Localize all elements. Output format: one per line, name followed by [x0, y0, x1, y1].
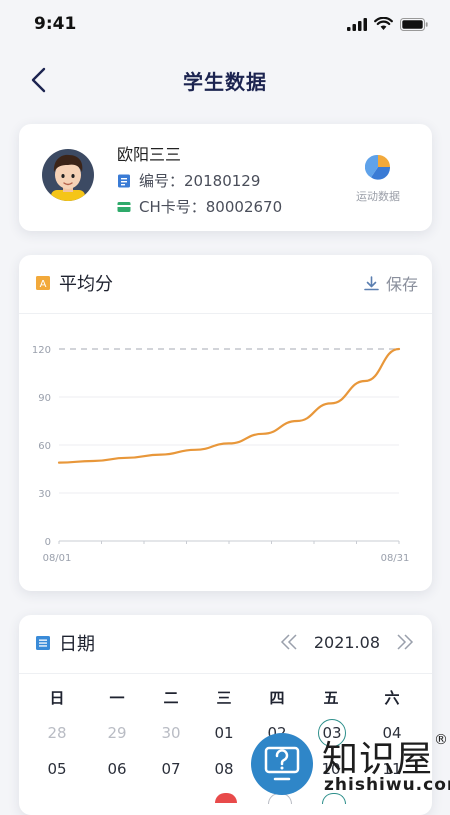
x-tick-label: 08/31	[381, 553, 410, 564]
current-month: 2021.08	[313, 632, 380, 652]
card-icon	[117, 201, 131, 212]
id-label: 编号：	[139, 172, 185, 190]
calendar-day[interactable]: 01	[204, 721, 244, 745]
signal-icon	[347, 17, 367, 31]
sport-data-button[interactable]: 运动数据	[348, 154, 408, 204]
wifi-icon	[374, 17, 393, 30]
weekday-header-row: 日 一 二 三 四 五 六	[19, 687, 432, 709]
next-month-icon[interactable]	[394, 631, 416, 653]
sport-data-label: 运动数据	[356, 190, 400, 203]
svg-text:A: A	[40, 279, 47, 290]
weekday-fri: 五	[323, 689, 339, 707]
question-monitor-icon	[264, 746, 300, 781]
weekday-thu: 四	[269, 689, 285, 707]
y-tick-label: 30	[38, 489, 51, 500]
calendar-day[interactable]: 08	[204, 757, 244, 781]
calendar-day[interactable]: 06	[97, 757, 137, 781]
calendar-header: 日期 2021.08	[19, 615, 432, 674]
card-label: CH卡号：	[139, 198, 206, 216]
watermark-logo	[251, 733, 313, 795]
watermark-url: zhishiwu.com	[324, 775, 450, 795]
series-line	[57, 347, 401, 464]
pie-chart-icon	[364, 154, 391, 180]
y-tick-label: 0	[45, 537, 51, 548]
x-tick-label: 08/01	[43, 553, 72, 564]
average-score-title: 平均分	[59, 274, 113, 295]
battery-icon	[400, 17, 428, 31]
calendar-day[interactable]: 29	[97, 721, 137, 745]
watermark-registered-mark: ®	[434, 732, 448, 748]
card-value: 80002670	[205, 197, 283, 216]
average-score-header: A 平均分 保存	[19, 255, 432, 314]
score-a-icon: A	[36, 276, 50, 290]
calendar-day[interactable]: 05	[37, 757, 77, 781]
month-navigator: 2021.08	[278, 631, 416, 653]
student-avatar	[42, 149, 94, 201]
download-icon	[364, 275, 379, 290]
weekday-tue: 二	[163, 689, 179, 707]
status-bar: 9:41	[0, 0, 450, 52]
calendar-day[interactable]: 28	[37, 721, 77, 745]
status-icons	[347, 17, 428, 31]
attendance-marker-red	[215, 793, 237, 803]
average-score-card: A 平均分 保存 0 30 60 90 120 08/01 08/31	[19, 255, 432, 591]
id-value: 20180129	[184, 171, 261, 190]
student-id-row: 编号： 20180129	[117, 170, 260, 191]
weekday-mon: 一	[109, 689, 125, 707]
id-badge-icon	[118, 174, 130, 187]
y-tick-label: 60	[38, 441, 51, 452]
calendar-day[interactable]: 30	[151, 721, 191, 745]
status-time: 9:41	[34, 14, 77, 34]
average-score-chart: 0 30 60 90 120 08/01 08/31	[32, 345, 410, 564]
student-name: 欧阳三三	[117, 145, 182, 164]
save-button[interactable]: 保存	[363, 271, 418, 295]
calendar-day[interactable]: 07	[151, 757, 191, 781]
calendar-list-icon	[36, 636, 50, 650]
navigation-bar: 学生数据	[0, 52, 450, 108]
calendar-title: 日期	[59, 634, 95, 655]
y-tick-label: 120	[32, 345, 51, 356]
card-number-row: CH卡号： 80002670	[117, 196, 282, 217]
weekday-sat: 六	[384, 689, 400, 707]
watermark: 知识屋 ® zhishiwu.com	[248, 728, 450, 800]
page-title: 学生数据	[183, 70, 267, 94]
save-label: 保存	[385, 275, 418, 294]
weekday-wed: 三	[216, 689, 232, 707]
student-profile-card: 欧阳三三 编号： 20180129 CH卡号： 80002670 运动数据	[19, 124, 432, 231]
y-tick-label: 90	[38, 393, 51, 404]
previous-month-icon[interactable]	[278, 631, 300, 653]
weekday-sun: 日	[49, 689, 65, 707]
